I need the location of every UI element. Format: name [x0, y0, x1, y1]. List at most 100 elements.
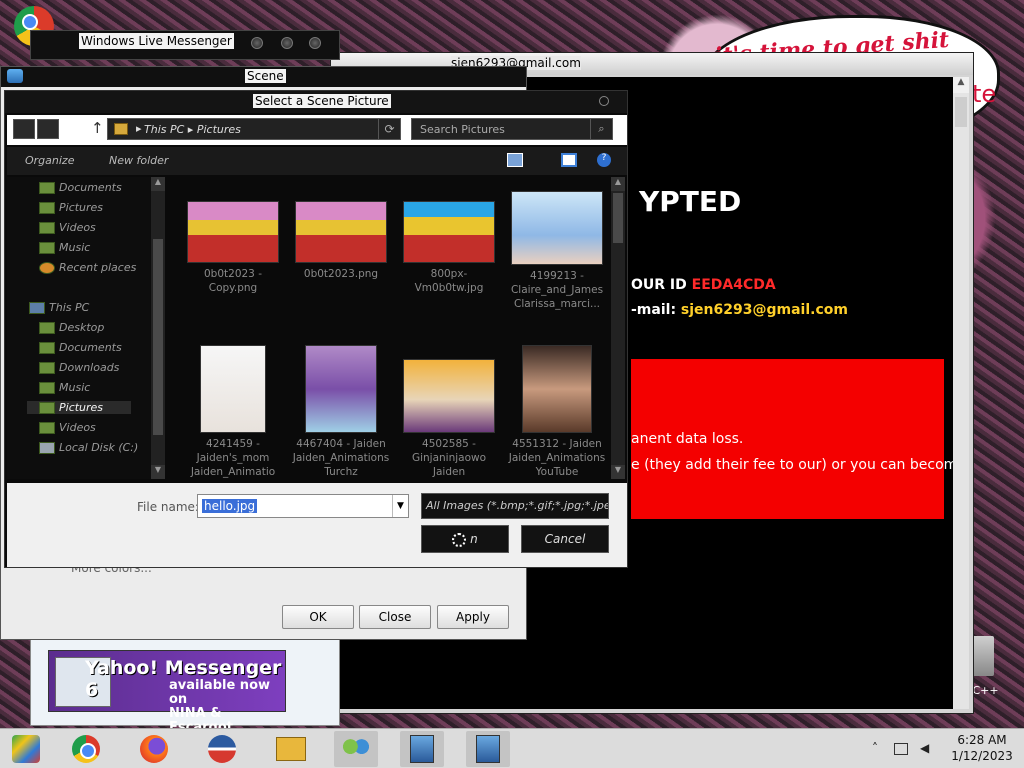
ransom-id-value: EEDA4CDA: [691, 277, 776, 293]
music-icon: [39, 242, 55, 254]
ransom-scrollbar[interactable]: ▲: [953, 77, 969, 709]
busy-cursor-icon: [452, 532, 467, 547]
file-name-value: hello.jpg: [202, 499, 258, 513]
taskbar-firefox[interactable]: [132, 731, 176, 767]
obama-logo-icon: [208, 735, 236, 763]
taskbar-app-pinned[interactable]: [4, 731, 48, 767]
taskbar-messenger[interactable]: [334, 731, 378, 767]
up-arrow-icon[interactable]: ↑: [91, 119, 104, 137]
file-item[interactable]: 4502585 - Ginjaninjaowo Jaiden: [397, 359, 501, 479]
file-item[interactable]: 800px-Vm0b0tw.jpg: [397, 201, 501, 295]
nav-pictures-selected[interactable]: Pictures: [27, 401, 131, 414]
messenger-window: Windows Live Messenger: [30, 30, 340, 60]
pictures-icon: [39, 202, 55, 214]
file-name: 800px-Vm0b0tw.jpg: [414, 268, 484, 294]
speaker-icon[interactable]: ◀: [920, 741, 929, 755]
nav-videos-2[interactable]: Videos: [37, 421, 96, 434]
file-thumbnail: [522, 345, 592, 433]
ok-button[interactable]: OK: [282, 605, 354, 629]
clock[interactable]: 6:28 AM 1/12/2023: [942, 732, 1022, 764]
setup-icon: [410, 735, 434, 763]
nav-downloads[interactable]: Downloads: [37, 361, 119, 374]
recent-places-icon: [39, 262, 55, 274]
file-grid: 0b0t2023 - Copy.png 0b0t2023.png 800px-V…: [167, 177, 609, 479]
scene-title: Scene: [245, 69, 286, 83]
file-item[interactable]: 4199213 - Claire_and_James Clarissa_marc…: [505, 191, 609, 311]
preview-pane-icon[interactable]: [561, 153, 577, 167]
refresh-icon[interactable]: ⟳: [378, 119, 400, 139]
file-item[interactable]: 4241459 - Jaiden's_mom Jaiden_Animatio: [181, 345, 285, 479]
view-icon[interactable]: [507, 153, 523, 167]
network-icon[interactable]: [894, 743, 908, 755]
apply-button[interactable]: Apply: [437, 605, 509, 629]
dialog-titlebar[interactable]: Select a Scene Picture: [5, 91, 627, 113]
pictures-icon: [39, 402, 55, 414]
file-name: 0b0t2023.png: [303, 268, 379, 280]
close-button[interactable]: [309, 37, 321, 49]
nav-scrollbar[interactable]: ▲ ▼: [151, 177, 165, 479]
taskbar-setup-1[interactable]: [400, 731, 444, 767]
music-icon: [39, 382, 55, 394]
address-bar[interactable]: ▸ This PC ▸ Pictures ⟳: [107, 118, 401, 140]
nav-documents-2[interactable]: Documents: [37, 341, 122, 354]
maximize-button[interactable]: [281, 37, 293, 49]
dialog-toolbar: Organize New folder ?: [7, 147, 627, 175]
ransom-line-2: e (they add their fee to our) or you can…: [631, 457, 966, 473]
nav-desktop[interactable]: Desktop: [37, 321, 104, 334]
file-item[interactable]: 0b0t2023.png: [289, 201, 393, 281]
documents-icon: [39, 342, 55, 354]
file-item[interactable]: 0b0t2023 - Copy.png: [181, 201, 285, 295]
close-button[interactable]: Close: [359, 605, 431, 629]
nav-pictures[interactable]: Pictures: [37, 201, 103, 214]
taskbar-obama-logo[interactable]: [200, 731, 244, 767]
minimize-button[interactable]: [251, 37, 263, 49]
nav-documents[interactable]: Documents: [37, 181, 122, 194]
clock-time: 6:28 AM: [957, 733, 1007, 747]
chevron-down-icon[interactable]: ▼: [392, 495, 408, 517]
help-icon[interactable]: ?: [597, 153, 611, 167]
organize-button[interactable]: Organize: [25, 154, 74, 167]
ransom-mail-value: sjen6293@gmail.com: [680, 302, 848, 318]
file-name-input[interactable]: hello.jpg ▼: [197, 494, 409, 518]
file-item[interactable]: 4551312 - Jaiden Jaiden_Animations YouTu…: [505, 345, 609, 479]
file-name: 0b0t2023 - Copy.png: [204, 268, 262, 294]
taskbar-file-explorer[interactable]: [268, 731, 312, 767]
recycle-bin-icon[interactable]: [972, 636, 994, 676]
taskbar-setup-2[interactable]: [466, 731, 510, 767]
nav-recent-places[interactable]: Recent places: [37, 261, 136, 274]
grid-scroll-thumb[interactable]: [613, 193, 623, 243]
desktop-icon: [39, 322, 55, 334]
dialog-footer: File name: hello.jpg ▼ All Images (*.bmp…: [7, 483, 627, 567]
nav-videos[interactable]: Videos: [37, 221, 96, 234]
computer-icon: [29, 302, 45, 314]
nav-this-pc[interactable]: This PC: [27, 301, 89, 314]
file-explorer-icon: [276, 737, 306, 761]
scene-titlebar[interactable]: Scene: [1, 67, 526, 87]
back-button[interactable]: [13, 119, 35, 139]
ransom-line-1: anent data loss.: [631, 431, 744, 447]
search-icon[interactable]: ⌕: [590, 119, 612, 139]
yahoo-messenger-ad[interactable]: Yahoo! Messenger 6 available now on NINA …: [48, 650, 286, 735]
chevron-up-icon[interactable]: ˄: [872, 741, 878, 755]
file-type-filter[interactable]: All Images (*.bmp;*.gif;*.jpg;*.jpe: [421, 493, 609, 519]
forward-button[interactable]: [37, 119, 59, 139]
search-input[interactable]: Search Pictures ⌕: [411, 118, 613, 140]
new-folder-button[interactable]: New folder: [109, 154, 168, 167]
cancel-button[interactable]: Cancel: [521, 525, 609, 553]
file-thumbnail: [511, 191, 603, 265]
nav-music[interactable]: Music: [37, 241, 90, 254]
breadcrumb-this-pc[interactable]: This PC: [144, 123, 184, 136]
file-item[interactable]: 4467404 - Jaiden Jaiden_Animations Turch…: [289, 345, 393, 479]
file-name-label: File name:: [137, 500, 199, 514]
file-grid-scrollbar[interactable]: ▲ ▼: [611, 177, 625, 479]
breadcrumb-pictures[interactable]: Pictures: [197, 123, 241, 136]
nav-local-disk[interactable]: Local Disk (C:): [37, 441, 138, 454]
file-thumbnail: [403, 359, 495, 433]
open-button[interactable]: n: [421, 525, 509, 553]
file-name: 4502585 - Ginjaninjaowo Jaiden: [411, 438, 487, 478]
nav-music-2[interactable]: Music: [37, 381, 90, 394]
dialog-close-button[interactable]: [599, 96, 609, 106]
taskbar-chrome[interactable]: [64, 731, 108, 767]
nav-scroll-thumb[interactable]: [153, 239, 163, 435]
taskbar: ˄ ◀ 6:28 AM 1/12/2023: [0, 728, 1024, 768]
